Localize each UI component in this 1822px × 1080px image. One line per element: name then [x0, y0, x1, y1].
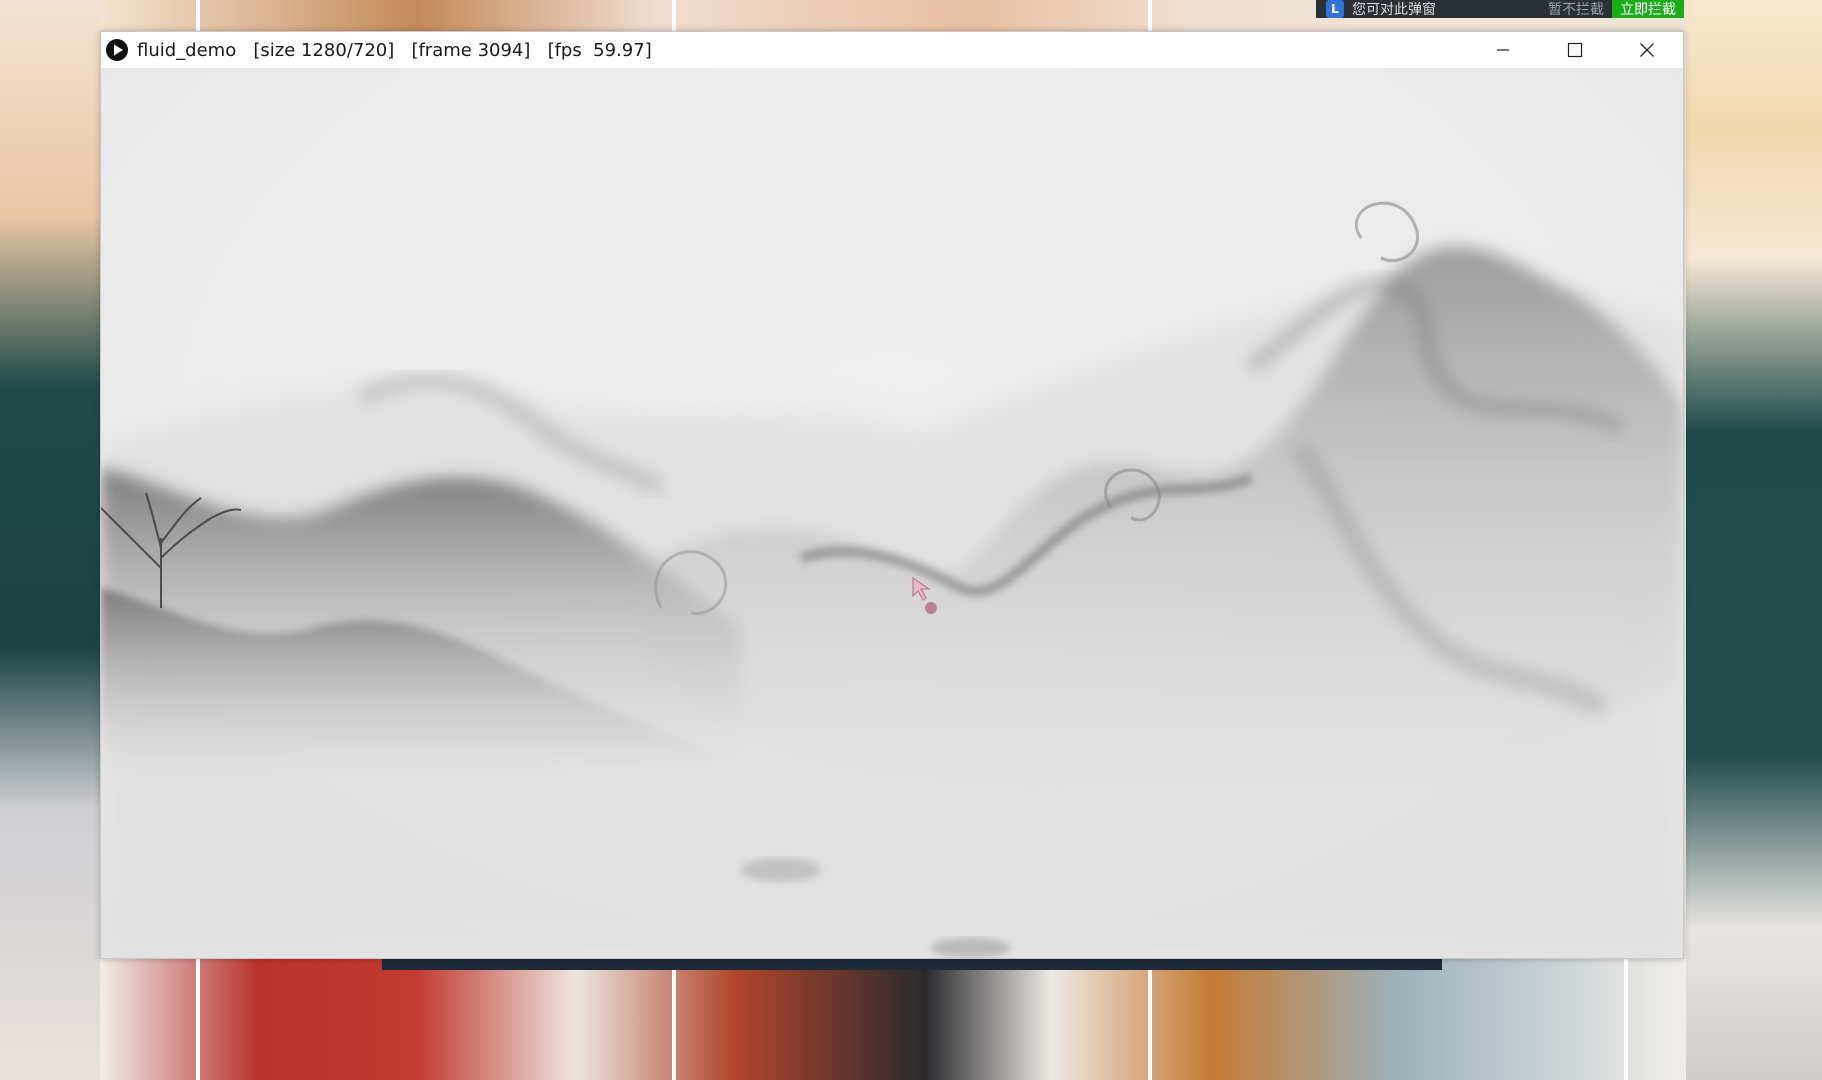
- popup-notification: L 您可对此弹窗 暂不拦截 立即拦截: [1316, 0, 1684, 18]
- window-title: fluid_demo [size 1280/720] [frame 3094] …: [137, 39, 652, 61]
- wallpaper-right-panel: [1686, 0, 1822, 1080]
- wallpaper-divider: [672, 0, 676, 32]
- window-controls: [1467, 32, 1683, 68]
- desktop: L 您可对此弹窗 暂不拦截 立即拦截 fluid_demo [size 1280…: [0, 0, 1822, 1080]
- dismiss-button[interactable]: 暂不拦截: [1548, 0, 1604, 19]
- close-button[interactable]: [1611, 32, 1683, 68]
- wallpaper-left-panel: [0, 0, 100, 1080]
- wallpaper-bottom-panel: [100, 958, 1686, 1080]
- maximize-button[interactable]: [1539, 32, 1611, 68]
- app-window: fluid_demo [size 1280/720] [frame 3094] …: [100, 31, 1684, 959]
- minimize-icon: [1497, 49, 1509, 51]
- fluid-canvas[interactable]: [101, 68, 1683, 958]
- wallpaper-divider: [196, 958, 200, 1080]
- wallpaper-divider: [1148, 0, 1152, 32]
- wallpaper-divider: [1148, 958, 1152, 1080]
- wallpaper-divider: [196, 0, 200, 32]
- wallpaper-divider: [1624, 958, 1628, 1080]
- notification-message: 您可对此弹窗: [1352, 2, 1436, 18]
- ink-landscape: [101, 201, 1683, 958]
- wallpaper-divider: [672, 958, 676, 1080]
- notification-logo-icon: L: [1326, 0, 1344, 18]
- block-button[interactable]: 立即拦截: [1612, 0, 1684, 18]
- minimize-button[interactable]: [1467, 32, 1539, 68]
- play-circle-icon: [105, 38, 129, 62]
- maximize-icon: [1567, 42, 1583, 58]
- taskbar-strip: [382, 958, 1442, 970]
- title-bar[interactable]: fluid_demo [size 1280/720] [frame 3094] …: [101, 32, 1683, 68]
- close-icon: [1640, 43, 1654, 57]
